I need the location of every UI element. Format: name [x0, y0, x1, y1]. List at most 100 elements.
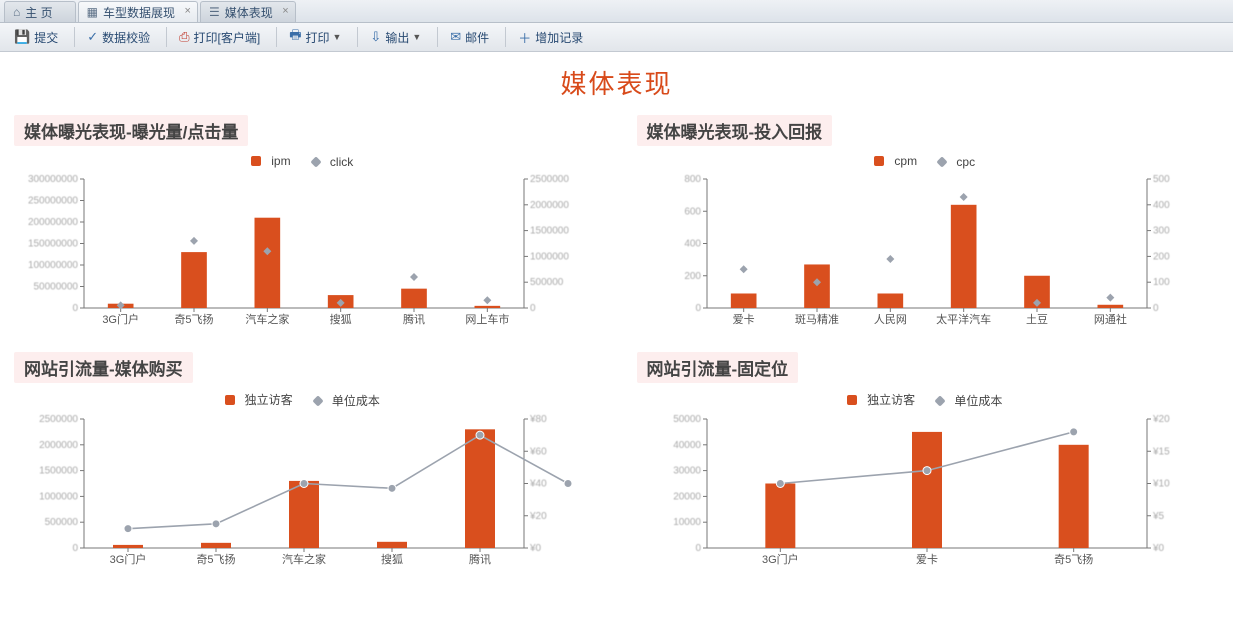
legend-swatch-bar: [251, 156, 261, 166]
legend-swatch-point: [937, 156, 948, 167]
chart-canvas: 02004006008000100200300400500爱卡斑马精准人民网太平…: [637, 173, 1220, 328]
add-record-button[interactable]: ＋ 增加记录: [510, 26, 591, 48]
svg-text:150000000: 150000000: [28, 239, 78, 250]
chevron-down-icon: ▼: [412, 32, 421, 42]
svg-text:2000000: 2000000: [39, 440, 78, 451]
legend-swatch-point: [310, 156, 321, 167]
svg-text:¥40: ¥40: [529, 479, 547, 490]
svg-text:腾讯: 腾讯: [469, 552, 491, 566]
mail-button[interactable]: ✉ 邮件: [442, 26, 497, 48]
home-icon: ⌂: [13, 5, 20, 19]
svg-text:¥0: ¥0: [1152, 543, 1165, 554]
page-title: 媒体表现: [14, 64, 1219, 101]
svg-text:网上车市: 网上车市: [465, 312, 509, 326]
toolbar-separator: [74, 27, 75, 47]
toolbar-separator: [276, 27, 277, 47]
tab-label: 媒体表现: [225, 4, 273, 21]
svg-text:搜狐: 搜狐: [330, 312, 352, 326]
svg-text:100000000: 100000000: [28, 260, 78, 271]
close-icon[interactable]: ×: [185, 5, 191, 17]
chart-title: 媒体曝光表现-曝光量/点击量: [14, 115, 248, 146]
chart-legend: ipm click: [14, 154, 597, 169]
button-label: 邮件: [465, 29, 489, 46]
tab-car-data[interactable]: ▦ 车型数据展现 ×: [78, 1, 198, 22]
svg-text:¥60: ¥60: [529, 446, 547, 457]
svg-text:30000: 30000: [673, 466, 701, 477]
svg-text:500: 500: [1153, 174, 1170, 185]
chart-canvas: 05000001000000150000020000002500000¥0¥20…: [14, 413, 597, 568]
svg-text:¥5: ¥5: [1152, 511, 1165, 522]
form-icon: ☰: [209, 5, 220, 19]
legend-swatch-point: [935, 395, 946, 406]
export-icon: ⇩: [370, 29, 381, 45]
validate-button[interactable]: ✓ 数据校验: [79, 26, 158, 48]
check-icon: ✓: [87, 29, 98, 45]
tab-media[interactable]: ☰ 媒体表现 ×: [200, 1, 296, 22]
svg-text:50000000: 50000000: [34, 282, 79, 293]
print-icon: ⎙: [179, 29, 189, 45]
legend-item-point: 单位成本: [936, 392, 1008, 409]
svg-text:600: 600: [684, 206, 701, 217]
toolbar-separator: [437, 27, 438, 47]
tab-label: 车型数据展现: [103, 4, 175, 21]
svg-text:400: 400: [1153, 200, 1170, 211]
svg-text:网通社: 网通社: [1093, 312, 1126, 326]
svg-text:奇5飞扬: 奇5飞扬: [196, 552, 235, 566]
submit-button[interactable]: 💾 提交: [6, 26, 66, 48]
svg-text:爱卡: 爱卡: [732, 313, 754, 326]
print-client-button[interactable]: ⎙ 打印[客户端]: [171, 26, 268, 48]
svg-text:1000000: 1000000: [39, 491, 78, 502]
mail-icon: ✉: [450, 29, 461, 45]
svg-text:0: 0: [72, 543, 78, 554]
close-icon[interactable]: ×: [282, 5, 288, 17]
chart-legend: 独立访客 单位成本: [637, 391, 1220, 409]
svg-text:¥80: ¥80: [529, 414, 547, 425]
svg-text:2500000: 2500000: [530, 174, 569, 185]
chart-legend: 独立访客 单位成本: [14, 391, 597, 409]
svg-text:人民网: 人民网: [873, 313, 906, 326]
chart-canvas: 0500000001000000001500000002000000002500…: [14, 173, 597, 328]
chart-panel-c2: 媒体曝光表现-投入回报 cpm cpc 02004006008000100200…: [637, 115, 1220, 328]
tab-home[interactable]: ⌂ 主 页: [4, 1, 76, 22]
toolbar-separator: [166, 27, 167, 47]
chart-grid: 媒体曝光表现-曝光量/点击量 ipm click 0 50000000 100000…: [14, 115, 1219, 568]
svg-text:3G门户: 3G门户: [110, 552, 147, 566]
svg-text:汽车之家: 汽车之家: [245, 312, 289, 326]
button-label: 打印[客户端]: [194, 29, 261, 46]
chart-title: 网站引流量-媒体购买: [14, 352, 193, 383]
button-label: 数据校验: [102, 29, 150, 46]
button-label: 输出: [385, 29, 409, 46]
chart-canvas: 01000020000300004000050000¥0¥5¥10¥15¥203…: [637, 413, 1220, 568]
report-page: 媒体表现 媒体曝光表现-曝光量/点击量 ipm click 0 50000000 1…: [0, 52, 1233, 588]
svg-text:汽车之家: 汽车之家: [282, 552, 326, 566]
svg-text:40000: 40000: [673, 440, 701, 451]
svg-text:¥20: ¥20: [529, 511, 547, 522]
toolbar-separator: [357, 27, 358, 47]
svg-text:奇5飞扬: 奇5飞扬: [174, 312, 213, 326]
svg-text:奇5飞扬: 奇5飞扬: [1054, 552, 1093, 566]
legend-item-bar: ipm: [251, 154, 296, 168]
export-button[interactable]: ⇩ 输出 ▼: [362, 26, 429, 48]
svg-text:200000000: 200000000: [28, 217, 78, 228]
svg-text:¥10: ¥10: [1152, 479, 1170, 490]
chevron-down-icon: ▼: [333, 32, 342, 42]
chart-title: 媒体曝光表现-投入回报: [637, 115, 833, 146]
chart-panel-c4: 网站引流量-固定位 独立访客 单位成本 01000020000300004000…: [637, 352, 1220, 568]
svg-text:300000000: 300000000: [28, 174, 78, 185]
legend-item-point: click: [312, 155, 359, 169]
svg-text:200: 200: [684, 271, 701, 282]
button-label: 打印: [305, 29, 329, 46]
svg-text:500000: 500000: [45, 517, 79, 528]
svg-text:500000: 500000: [530, 277, 564, 288]
save-icon: 💾: [14, 29, 30, 45]
legend-swatch-bar: [847, 395, 857, 405]
legend-swatch-bar: [225, 395, 235, 405]
legend-item-point: cpc: [938, 155, 981, 169]
grid-icon: ▦: [87, 5, 98, 19]
legend-item-bar: 独立访客: [847, 391, 921, 408]
svg-text:250000000: 250000000: [28, 196, 78, 207]
chart-title: 网站引流量-固定位: [637, 352, 799, 383]
print-button[interactable]: 🖶 打印 ▼: [281, 26, 349, 48]
svg-text:10000: 10000: [673, 517, 701, 528]
svg-text:50000: 50000: [673, 414, 701, 425]
